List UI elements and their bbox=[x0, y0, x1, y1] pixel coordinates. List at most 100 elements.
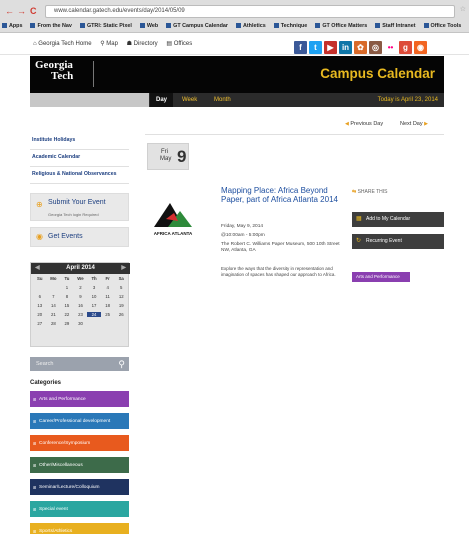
bookmark-label: Apps bbox=[9, 23, 23, 29]
bookmark-item[interactable]: Athletics bbox=[235, 22, 266, 31]
calendar-day[interactable]: 18 bbox=[101, 303, 115, 308]
bookmark-item[interactable]: Technique bbox=[273, 22, 307, 31]
rss-icon[interactable]: ◉ bbox=[414, 41, 427, 54]
category-icon: ⊞ bbox=[33, 506, 37, 512]
calendar-day[interactable]: 4 bbox=[101, 285, 115, 290]
category-item[interactable]: ⊞ Conference/Symposium bbox=[30, 435, 129, 451]
bookmark-item[interactable]: GT Office Matters bbox=[315, 22, 367, 31]
flickr-icon[interactable]: •• bbox=[384, 41, 397, 54]
next-month-icon[interactable]: ▶ bbox=[121, 263, 126, 274]
calendar-day[interactable]: 20 bbox=[33, 312, 47, 317]
calendar-day[interactable]: 25 bbox=[101, 312, 115, 317]
bookmark-item[interactable]: GT Campus Calendar bbox=[166, 22, 228, 31]
add-to-calendar-button[interactable]: ▦ Add to My Calendar bbox=[352, 212, 444, 227]
category-tag[interactable]: Arts and Performance bbox=[352, 272, 410, 282]
previous-day-link[interactable]: ◀ Previous Day bbox=[345, 121, 383, 127]
calendar-day[interactable]: 29 bbox=[60, 321, 74, 326]
today-text: Today is April 23, 2014 bbox=[377, 97, 438, 103]
bookmark-star-icon[interactable]: ☆ bbox=[460, 5, 466, 13]
calendar-day[interactable]: 1 bbox=[60, 285, 74, 290]
event-title[interactable]: Mapping Place: Africa Beyond Paper, part… bbox=[221, 186, 339, 204]
calendar-day[interactable]: 6 bbox=[33, 294, 47, 299]
tab-month[interactable]: Month bbox=[208, 93, 237, 107]
prev-month-icon[interactable]: ◀ bbox=[35, 263, 40, 274]
calendar-day[interactable]: 11 bbox=[101, 294, 115, 299]
calendar-day[interactable]: 26 bbox=[114, 312, 128, 317]
africa-atlanta-logo[interactable]: AFRICA ATLANTA bbox=[148, 191, 198, 241]
calendar-day[interactable]: 16 bbox=[74, 303, 88, 308]
twitter-icon[interactable]: t bbox=[309, 41, 322, 54]
gallery-icon[interactable]: ✿ bbox=[354, 41, 367, 54]
bookmark-item[interactable]: From the Nav bbox=[30, 22, 72, 31]
date-day: 9 bbox=[177, 147, 187, 166]
calendar-day[interactable]: 19 bbox=[114, 303, 128, 308]
search-input[interactable]: Search bbox=[36, 357, 53, 371]
search-box[interactable]: Search ⚲ bbox=[30, 357, 129, 371]
instagram-icon[interactable]: ◎ bbox=[369, 41, 382, 54]
calendar-day[interactable]: 9 bbox=[74, 294, 88, 299]
forward-icon[interactable]: → bbox=[17, 5, 26, 18]
calendar-day[interactable]: 21 bbox=[47, 312, 61, 317]
next-arrow-icon: ▶ bbox=[424, 121, 429, 127]
calendar-day[interactable]: 13 bbox=[33, 303, 47, 308]
bookmark-item[interactable]: Apps bbox=[2, 22, 22, 31]
event-location: The Robert C. Williams Paper Museum, 500… bbox=[221, 242, 340, 253]
map-link[interactable]: ⚲ Map bbox=[100, 41, 118, 47]
sidebar-item-observances[interactable]: Religious & National Observances bbox=[30, 167, 129, 184]
get-events-button[interactable]: ◉ Get Events bbox=[30, 227, 129, 247]
bookmark-item[interactable]: GTRI: Static Pixel bbox=[79, 22, 132, 31]
category-item[interactable]: ⊞ Seminar/Lecture/Colloquium bbox=[30, 479, 129, 495]
calendar-day[interactable]: 24 bbox=[87, 312, 101, 317]
bookmark-folder-icon bbox=[30, 23, 36, 28]
date-badge: Fri May 9 bbox=[147, 143, 189, 170]
back-icon[interactable]: ← bbox=[5, 5, 14, 18]
submit-event-sublabel: Georgia Tech login Required bbox=[48, 212, 99, 217]
bookmark-folder-icon bbox=[375, 23, 381, 28]
recurring-event-button[interactable]: ↻ Recurring Event bbox=[352, 234, 444, 249]
category-icon: ⊞ bbox=[33, 528, 37, 534]
calendar-day[interactable]: 30 bbox=[74, 321, 88, 326]
calendar-day[interactable]: 10 bbox=[87, 294, 101, 299]
gt-home-link[interactable]: ⌂ Georgia Tech Home bbox=[33, 41, 92, 47]
category-item[interactable]: ⊞ Sports/Athletics bbox=[30, 523, 129, 534]
category-item[interactable]: ⊞ Career/Professional development bbox=[30, 413, 129, 429]
sidebar-item-holidays[interactable]: Institute Holidays bbox=[30, 133, 129, 150]
calendar-day[interactable]: 5 bbox=[114, 285, 128, 290]
sidebar-item-academic[interactable]: Academic Calendar bbox=[30, 150, 129, 167]
facebook-icon[interactable]: f bbox=[294, 41, 307, 54]
calendar-day[interactable]: 3 bbox=[87, 285, 101, 290]
bookmark-folder-icon bbox=[315, 23, 321, 28]
tab-day[interactable]: Day bbox=[150, 93, 174, 107]
calendar-day[interactable]: 27 bbox=[33, 321, 47, 326]
get-events-label: Get Events bbox=[48, 233, 83, 240]
calendar-day[interactable]: 12 bbox=[114, 294, 128, 299]
category-item[interactable]: ⊞ Other/Miscellaneous bbox=[30, 457, 129, 473]
bookmark-item[interactable]: Office Tools bbox=[423, 22, 461, 31]
bookmark-item[interactable]: Web bbox=[139, 22, 158, 31]
calendar-day[interactable]: 15 bbox=[60, 303, 74, 308]
calendar-day[interactable]: 2 bbox=[74, 285, 88, 290]
calendar-day[interactable]: 8 bbox=[60, 294, 74, 299]
bookmark-item[interactable]: Staff Intranet bbox=[375, 22, 416, 31]
gt-logo[interactable]: Georgia Tech bbox=[35, 60, 73, 82]
category-item[interactable]: ⊞ Special event bbox=[30, 501, 129, 517]
directory-link[interactable]: ☗ Directory bbox=[127, 41, 158, 47]
calendar-day[interactable]: 14 bbox=[47, 303, 61, 308]
linkedin-icon[interactable]: in bbox=[339, 41, 352, 54]
category-item[interactable]: ⊞ Arts and Performance bbox=[30, 391, 129, 407]
tab-week[interactable]: Week bbox=[176, 93, 203, 107]
submit-event-button[interactable]: ⊕ Submit Your Event Georgia Tech login R… bbox=[30, 193, 129, 221]
calendar-day[interactable]: 22 bbox=[60, 312, 74, 317]
calendar-day[interactable]: 23 bbox=[74, 312, 88, 317]
next-day-link[interactable]: Next Day ▶ bbox=[400, 121, 428, 127]
youtube-icon[interactable]: ▶ bbox=[324, 41, 337, 54]
url-bar[interactable]: www.calendar.gatech.edu/events/day/2014/… bbox=[45, 5, 455, 18]
calendar-day[interactable]: 28 bbox=[47, 321, 61, 326]
calendar-day[interactable]: 7 bbox=[47, 294, 61, 299]
reload-icon[interactable]: C bbox=[30, 5, 37, 18]
share-button[interactable]: ⇆ SHARE THIS bbox=[352, 189, 388, 195]
google-plus-icon[interactable]: g bbox=[399, 41, 412, 54]
search-icon[interactable]: ⚲ bbox=[118, 358, 125, 370]
offices-link[interactable]: ▤ Offices bbox=[166, 41, 192, 47]
calendar-day[interactable]: 17 bbox=[87, 303, 101, 308]
